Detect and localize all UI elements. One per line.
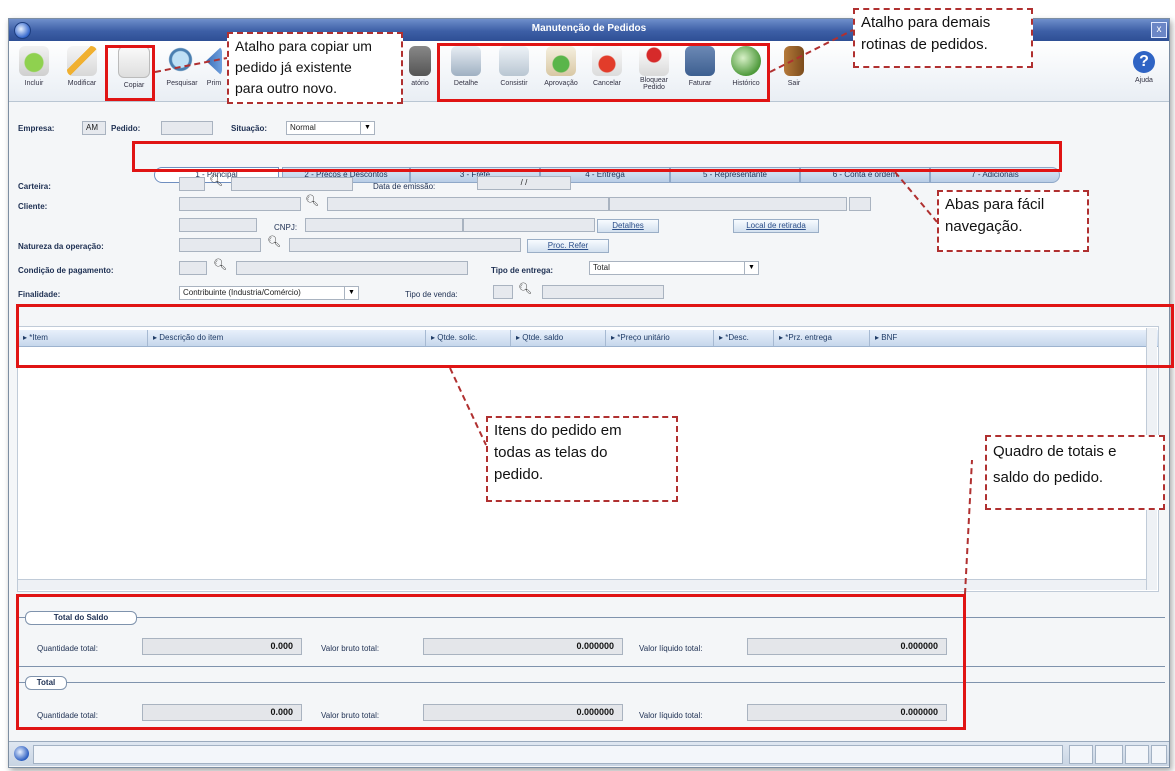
itens-connector: [449, 367, 487, 446]
copiar-connector: [154, 57, 228, 73]
abas-connector: [894, 171, 938, 223]
totais-connector: [964, 459, 973, 595]
callout-connectors: [154, 29, 973, 595]
rotinas-connector: [769, 29, 854, 73]
